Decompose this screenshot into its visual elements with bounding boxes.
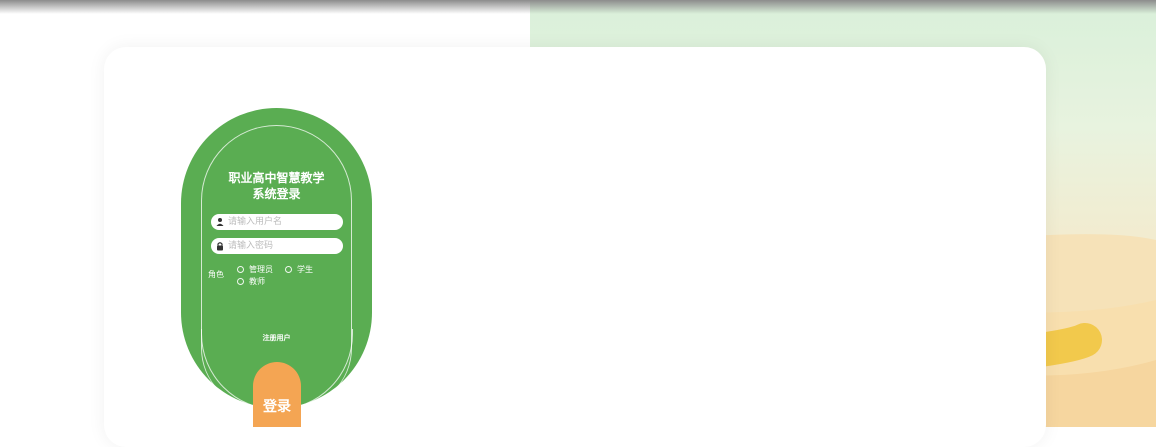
role-option-label: 教师 — [249, 277, 265, 286]
browser-top-shadow — [0, 0, 1156, 14]
role-radio-teacher[interactable]: 教师 — [237, 276, 265, 287]
lock-icon — [217, 242, 223, 251]
title-line-2: 系统登录 — [252, 187, 301, 201]
role-radio-student[interactable]: 学生 — [285, 264, 313, 275]
username-input[interactable] — [228, 215, 338, 229]
username-field[interactable] — [211, 214, 343, 230]
login-button[interactable]: 登录 — [253, 362, 301, 427]
radio-circle[interactable] — [237, 278, 244, 285]
role-option-label: 学生 — [297, 265, 313, 274]
radio-circle[interactable] — [285, 266, 292, 273]
radio-circle[interactable] — [237, 266, 244, 273]
title-line-1: 职业高中智慧教学 — [228, 171, 325, 185]
register-link[interactable]: 注册用户 — [181, 333, 372, 343]
password-field[interactable] — [211, 238, 343, 254]
role-label: 角色 — [208, 270, 224, 279]
role-radio-admin[interactable]: 管理员 — [237, 264, 273, 275]
role-option-label: 管理员 — [249, 265, 273, 274]
card-glass-overlay — [530, 47, 1046, 447]
user-icon — [216, 218, 224, 226]
login-title: 职业高中智慧教学 系统登录 — [181, 170, 372, 202]
password-input[interactable] — [228, 239, 338, 253]
